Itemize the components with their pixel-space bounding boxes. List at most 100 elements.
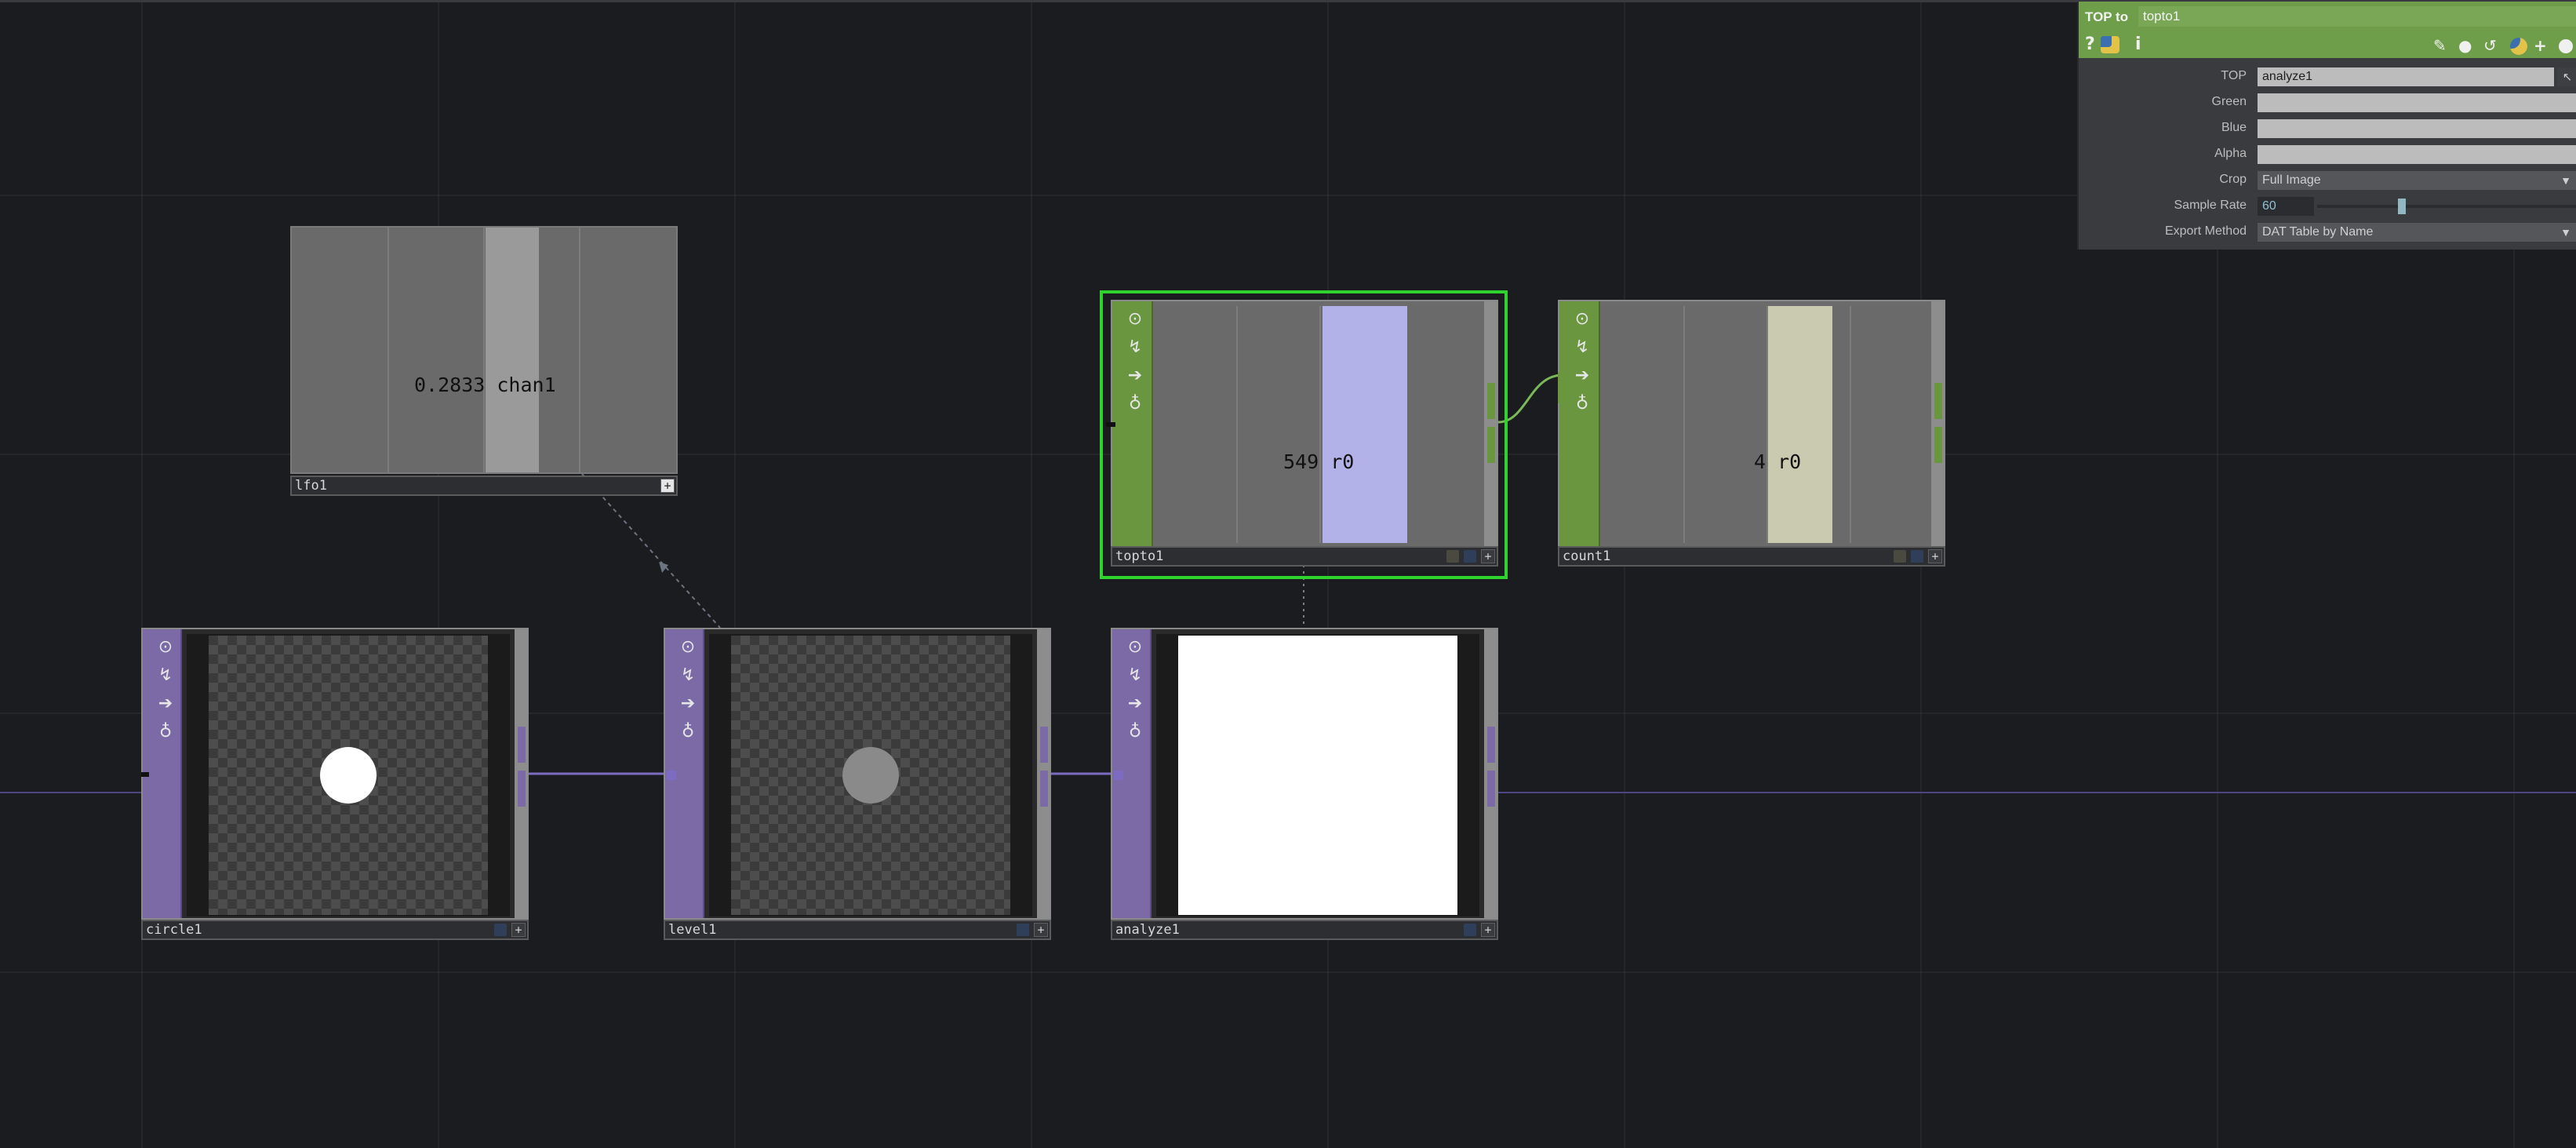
- expand-button[interactable]: +: [511, 923, 526, 937]
- panel-toolbar: ? i ✎ ● ↺ +: [2079, 31, 2576, 58]
- lock-flag-icon[interactable]: ↯: [1123, 336, 1147, 359]
- input-port[interactable]: [1558, 372, 1564, 403]
- expand-button[interactable]: +: [1481, 923, 1495, 937]
- output-port[interactable]: [1487, 771, 1495, 807]
- render-toggle-icon[interactable]: [494, 924, 507, 936]
- dropdown-arrow-icon: ▼: [2560, 226, 2571, 239]
- node-analyze1-viewer: ⊙ ↯ ➔ ♁: [1111, 628, 1498, 920]
- output-port[interactable]: [518, 727, 526, 763]
- param-alpha-field[interactable]: [2258, 145, 2576, 164]
- lock-flag-icon[interactable]: ↯: [1123, 664, 1147, 687]
- display-flag-icon[interactable]: ➔: [676, 692, 700, 716]
- dropdown-arrow-icon: ▼: [2560, 174, 2571, 187]
- lock-flag-icon[interactable]: ↯: [676, 664, 700, 687]
- slider-knob[interactable]: [2397, 199, 2406, 214]
- param-sample-rate-field[interactable]: 60: [2258, 197, 2314, 216]
- input-port[interactable]: [141, 772, 149, 777]
- bypass-flag-icon[interactable]: ⊙: [1123, 308, 1147, 331]
- node-count1-viewer: ⊙ ↯ ➔ ♁ 4 r0: [1558, 300, 1945, 548]
- viewer-toggle-icon[interactable]: [1894, 550, 1906, 563]
- param-export-method-menu[interactable]: DAT Table by Name ▼: [2258, 223, 2576, 242]
- param-label: Export Method: [2164, 224, 2247, 238]
- chop-graph: 549 r0: [1153, 306, 1484, 543]
- cook-flag-icon[interactable]: ♁: [1123, 720, 1147, 744]
- expand-button[interactable]: +: [1928, 549, 1942, 563]
- channel-value: 4: [1754, 450, 1766, 473]
- input-port[interactable]: [1106, 422, 1115, 427]
- cook-flag-icon[interactable]: ♁: [676, 720, 700, 744]
- expand-button[interactable]: +: [1034, 923, 1048, 937]
- param-green-field[interactable]: [2258, 93, 2576, 112]
- operator-name-field[interactable]: topto1: [2138, 6, 2576, 27]
- node-topto1[interactable]: ⊙ ↯ ➔ ♁ 549 r0 topto1 +: [1106, 300, 1498, 573]
- bypass-flag-icon[interactable]: ⊙: [1123, 636, 1147, 659]
- param-blue: Blue: [2079, 116, 2576, 140]
- node-name-bar[interactable]: level1 +: [664, 920, 1051, 940]
- param-blue-field[interactable]: [2258, 119, 2576, 138]
- input-port[interactable]: [1114, 771, 1123, 780]
- add-icon[interactable]: +: [2534, 36, 2547, 55]
- help-button[interactable]: ?: [2085, 35, 2095, 55]
- edit-icon[interactable]: ✎: [2433, 36, 2447, 55]
- param-top-field[interactable]: analyze1: [2258, 67, 2554, 86]
- bypass-flag-icon[interactable]: ⊙: [676, 636, 700, 659]
- display-flag-icon[interactable]: ➔: [1570, 364, 1594, 388]
- channel-name: chan1: [497, 374, 556, 396]
- param-sample-rate-slider[interactable]: [2317, 199, 2576, 214]
- cook-flag-icon[interactable]: ♁: [154, 720, 177, 744]
- node-flag-strip: ⊙ ↯ ➔ ♁: [1112, 301, 1153, 546]
- circle-icon[interactable]: [2559, 39, 2573, 53]
- render-toggle-icon[interactable]: [1911, 550, 1923, 563]
- display-flag-icon[interactable]: ➔: [1123, 364, 1147, 388]
- param-top: TOP analyze1 ↖: [2079, 64, 2576, 88]
- comment-icon[interactable]: ●: [2458, 36, 2472, 55]
- cook-flag-icon[interactable]: ♁: [1123, 392, 1147, 416]
- output-port[interactable]: [1934, 427, 1942, 463]
- param-label: Crop: [2219, 173, 2247, 186]
- lock-flag-icon[interactable]: ↯: [154, 664, 177, 687]
- node-name-bar[interactable]: topto1 +: [1111, 546, 1498, 567]
- python-icon[interactable]: [2510, 38, 2527, 55]
- node-lfo1[interactable]: 0.2833 chan1 lfo1 +: [290, 226, 678, 496]
- output-port[interactable]: [1487, 383, 1495, 419]
- lock-flag-icon[interactable]: ↯: [1570, 336, 1594, 359]
- param-crop-menu[interactable]: Full Image ▼: [2258, 171, 2576, 190]
- node-name: level1: [668, 922, 717, 938]
- cook-flag-icon[interactable]: ♁: [1570, 392, 1594, 416]
- channel-name: r0: [1777, 450, 1802, 473]
- render-toggle-icon[interactable]: [1464, 550, 1476, 563]
- viewer-toggle-icon[interactable]: [1446, 550, 1459, 563]
- top-viewer-image: [1178, 636, 1457, 915]
- node-name-bar[interactable]: count1 +: [1558, 546, 1945, 567]
- reset-icon[interactable]: ↺: [2483, 36, 2497, 55]
- node-picker-button[interactable]: ↖: [2557, 67, 2576, 86]
- python-help-icon[interactable]: [2101, 36, 2119, 53]
- render-toggle-icon[interactable]: [1017, 924, 1029, 936]
- bypass-flag-icon[interactable]: ⊙: [154, 636, 177, 659]
- display-flag-icon[interactable]: ➔: [154, 692, 177, 716]
- output-port[interactable]: [1487, 427, 1495, 463]
- output-port[interactable]: [1934, 383, 1942, 419]
- top-viewer-image: [731, 636, 1010, 915]
- channel-bar: [486, 228, 539, 472]
- info-button[interactable]: i: [2135, 35, 2141, 55]
- bypass-flag-icon[interactable]: ⊙: [1570, 308, 1594, 331]
- output-port[interactable]: [1040, 727, 1048, 763]
- display-flag-icon[interactable]: ➔: [1123, 692, 1147, 716]
- node-name-bar[interactable]: analyze1 +: [1111, 920, 1498, 940]
- render-toggle-icon[interactable]: [1464, 924, 1476, 936]
- output-port[interactable]: [1487, 727, 1495, 763]
- expand-button[interactable]: +: [660, 479, 675, 493]
- expand-button[interactable]: +: [1481, 549, 1495, 563]
- output-port[interactable]: [518, 771, 526, 807]
- node-circle1[interactable]: ⊙ ↯ ➔ ♁ circle1 +: [141, 628, 529, 943]
- input-port[interactable]: [667, 771, 676, 780]
- node-level1[interactable]: ⊙ ↯ ➔ ♁ level1 +: [664, 628, 1051, 943]
- node-analyze1[interactable]: ⊙ ↯ ➔ ♁ analyze1 +: [1111, 628, 1498, 943]
- output-side: [1484, 301, 1497, 546]
- node-name-bar[interactable]: lfo1 +: [290, 476, 678, 496]
- output-port[interactable]: [1040, 771, 1048, 807]
- node-name-bar[interactable]: circle1 +: [141, 920, 529, 940]
- channel-name: r0: [1330, 450, 1355, 473]
- node-count1[interactable]: ⊙ ↯ ➔ ♁ 4 r0 count1 +: [1558, 300, 1945, 573]
